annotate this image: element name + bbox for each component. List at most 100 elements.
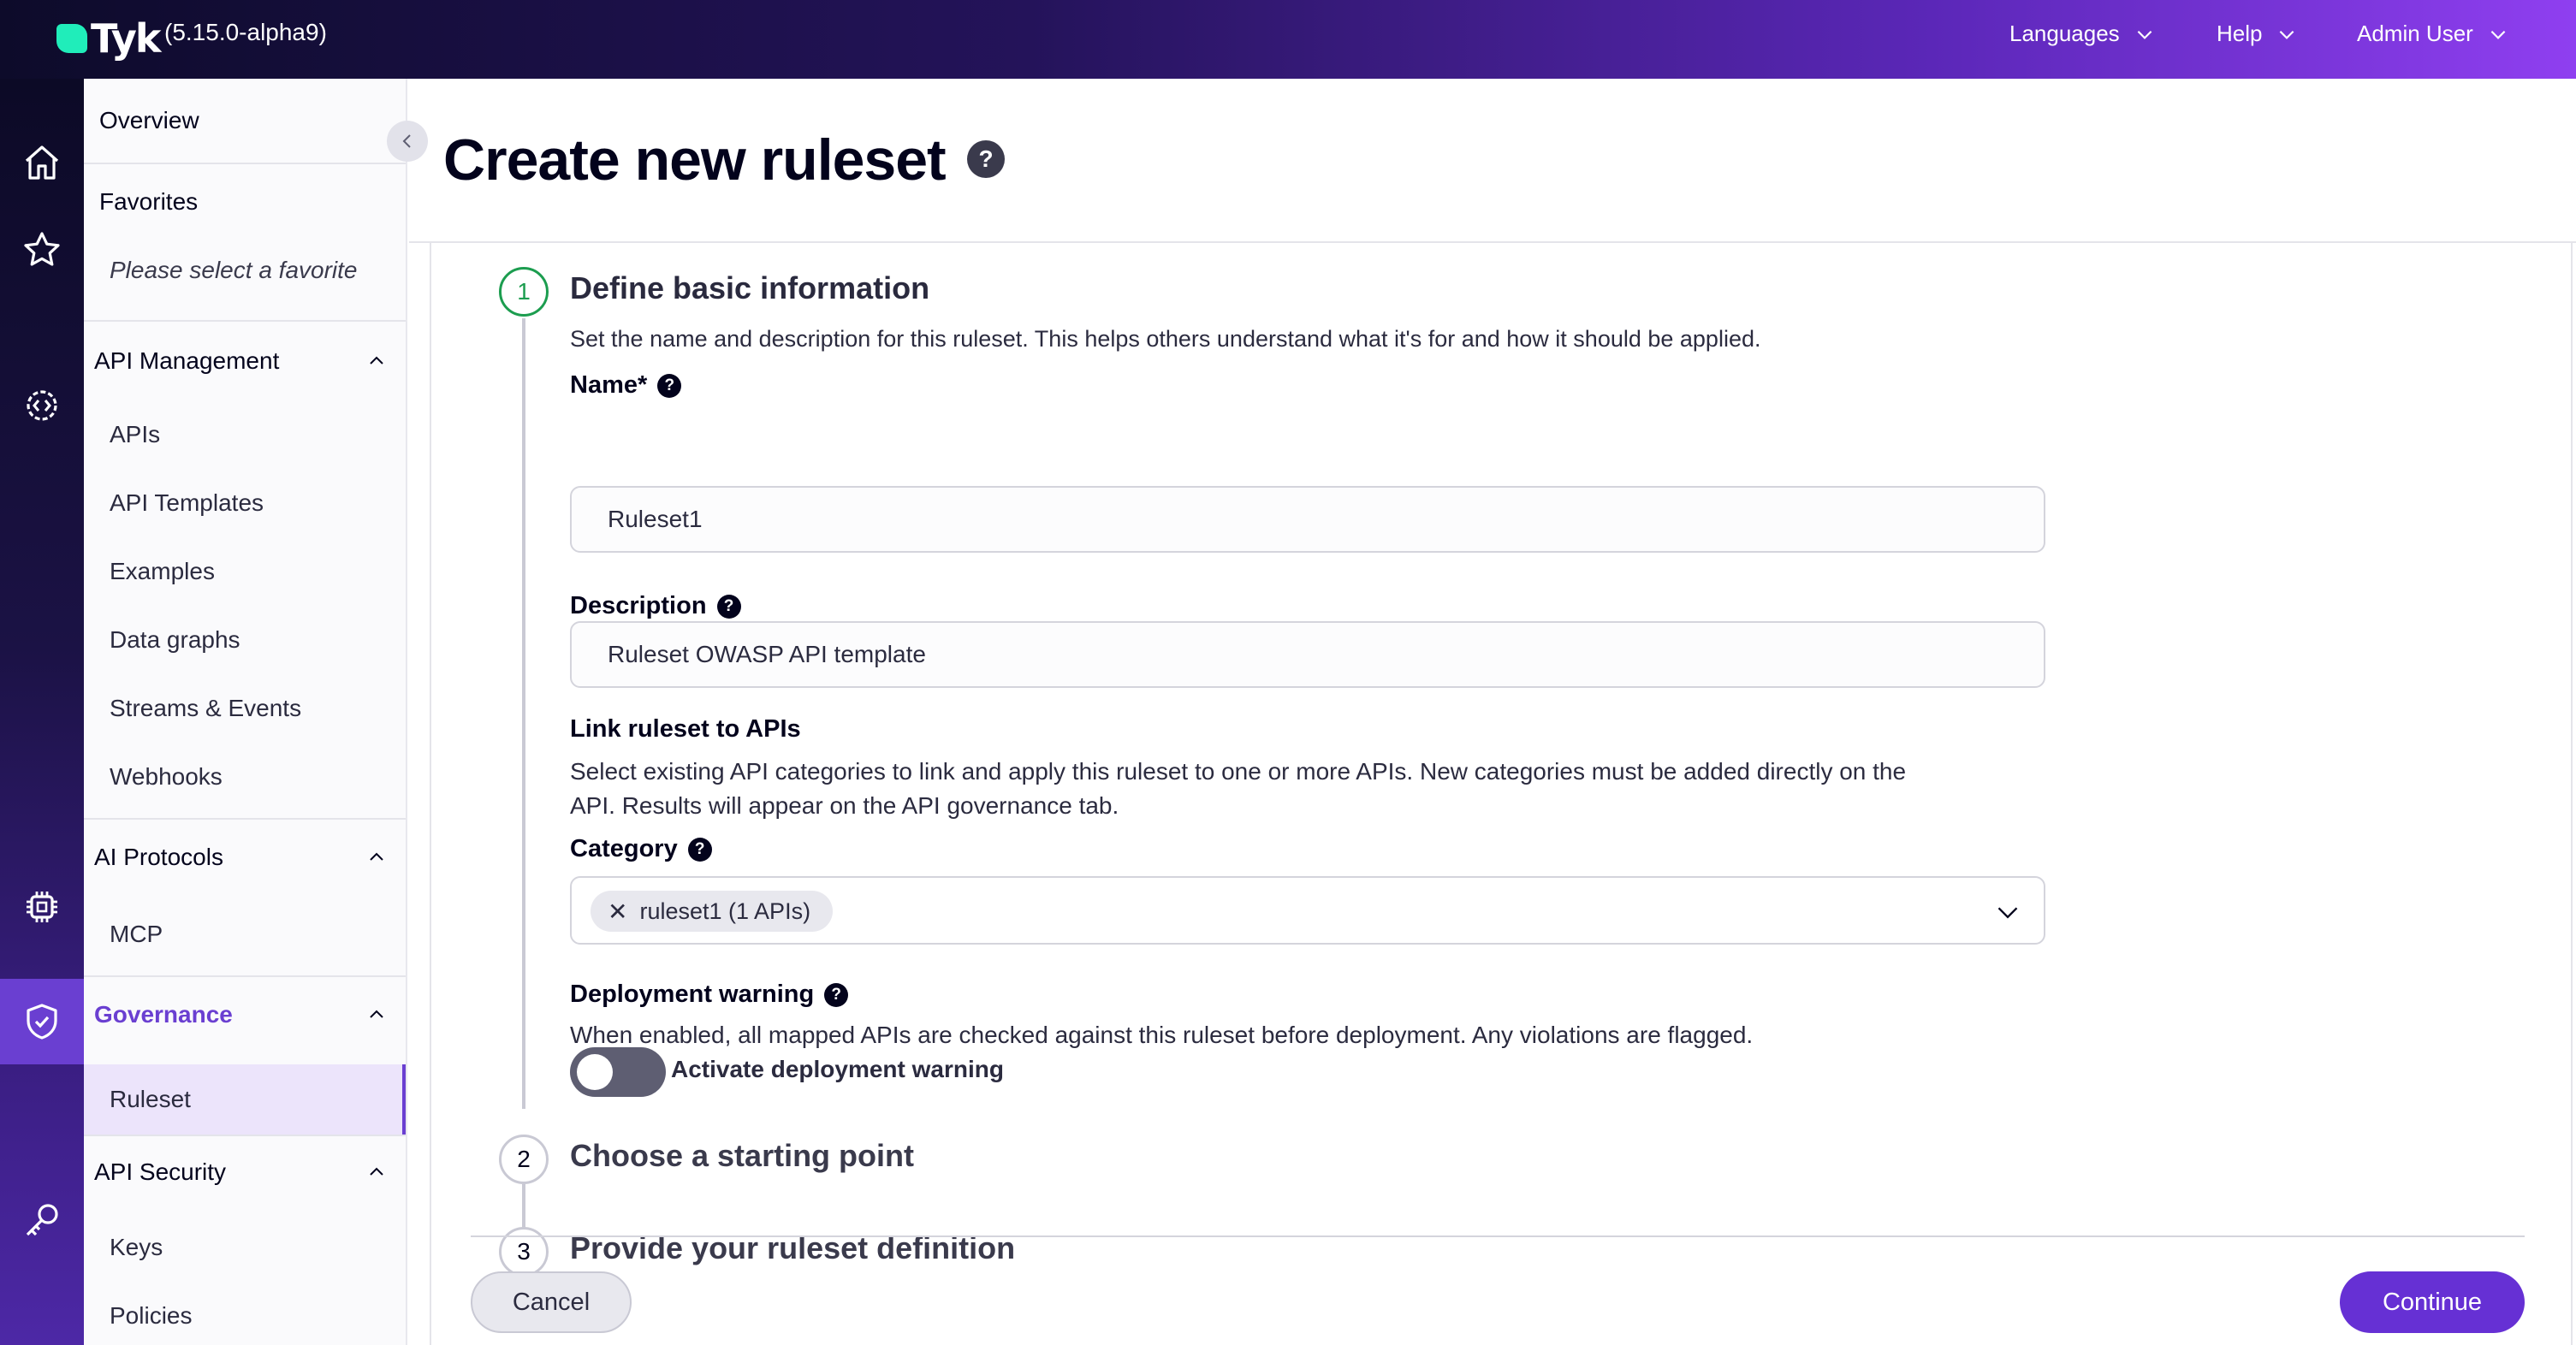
sidebar-item-mcp[interactable]: MCP xyxy=(84,909,406,960)
favorites-placeholder-text: Please select a favorite xyxy=(110,257,358,283)
rail-ai-protocols[interactable] xyxy=(0,864,84,950)
step-3-indicator: 3 xyxy=(499,1227,549,1277)
category-chip-label: ruleset1 (1 APIs) xyxy=(639,898,811,924)
link-apis-text-line2: API. Results will appear on the API gove… xyxy=(570,792,1119,819)
sidebar-item-examples[interactable]: Examples xyxy=(84,546,406,597)
deployment-warning-text: When enabled, all mapped APIs are checke… xyxy=(570,1022,1754,1048)
page-header: Create new ruleset ? xyxy=(409,79,2576,243)
star-icon xyxy=(24,232,60,266)
nav-label: Examples xyxy=(110,558,215,584)
category-label-text: Category xyxy=(570,835,678,862)
sidebar-section-ai-protocols[interactable]: AI Protocols xyxy=(84,823,406,892)
continue-button[interactable]: Continue xyxy=(2340,1271,2525,1333)
chevron-up-icon xyxy=(370,356,383,364)
home-icon xyxy=(25,145,59,180)
name-field[interactable]: Ruleset1 xyxy=(570,486,2045,553)
sidebar-section-api-security[interactable]: API Security xyxy=(84,1138,406,1206)
name-help-icon[interactable]: ? xyxy=(657,373,682,398)
nav-label: MCP xyxy=(110,921,163,947)
close-icon[interactable]: ✕ xyxy=(608,898,627,926)
link-apis-heading: Link ruleset to APIs xyxy=(570,715,801,743)
gear-code-icon xyxy=(27,390,57,421)
deployment-help-icon[interactable]: ? xyxy=(824,982,849,1007)
ruleset-wizard: 1 Define basic information Set the name … xyxy=(430,243,2573,1345)
sidebar-section-governance[interactable]: Governance xyxy=(84,981,406,1049)
section-title: AI Protocols xyxy=(94,844,223,870)
deployment-warning-label-text: Deployment warning xyxy=(570,981,815,1008)
favorites-placeholder: Please select a favorite xyxy=(84,236,406,305)
step-connector xyxy=(522,1184,525,1229)
description-label-text: Description xyxy=(570,592,707,619)
nav-label: Ruleset xyxy=(110,1086,191,1112)
description-help-icon[interactable]: ? xyxy=(716,594,741,619)
category-select[interactable]: ✕ ruleset1 (1 APIs) xyxy=(570,876,2045,945)
sidebar-item-streams-events[interactable]: Streams & Events xyxy=(84,683,406,734)
chevron-up-icon xyxy=(370,1010,383,1018)
sidebar-item-favorites[interactable]: Favorites xyxy=(84,166,406,238)
user-label: Admin User xyxy=(2357,21,2473,46)
section-title: Governance xyxy=(94,1001,233,1028)
name-label-text: Name* xyxy=(570,371,648,399)
divider xyxy=(84,320,406,322)
sidebar-item-apis[interactable]: APIs xyxy=(84,409,406,460)
toggle-knob xyxy=(577,1054,613,1090)
key-icon xyxy=(26,1204,58,1236)
description-label: Description ? xyxy=(570,592,741,620)
side-nav: Overview Favorites Please select a favor… xyxy=(84,79,407,1345)
cancel-button[interactable]: Cancel xyxy=(471,1271,632,1333)
divider xyxy=(84,1135,406,1136)
chevron-down-icon[interactable] xyxy=(1996,902,2020,922)
category-chip: ✕ ruleset1 (1 APIs) xyxy=(591,891,834,932)
sidebar-section-api-management[interactable]: API Management xyxy=(84,327,406,395)
collapse-sidebar-button[interactable] xyxy=(387,121,428,162)
step-2-title[interactable]: Choose a starting point xyxy=(570,1138,914,1174)
divider xyxy=(84,163,406,164)
nav-label: Webhooks xyxy=(110,763,223,790)
nav-label: Data graphs xyxy=(110,626,240,653)
help-menu[interactable]: Help xyxy=(2217,21,2298,47)
logo-mark-icon xyxy=(56,24,87,53)
rail-api-management[interactable] xyxy=(0,363,84,448)
rail-api-security[interactable] xyxy=(0,1177,84,1263)
nav-label: Streams & Events xyxy=(110,695,302,721)
nav-label: APIs xyxy=(110,421,161,447)
overview-label: Overview xyxy=(99,107,199,133)
sidebar-item-webhooks[interactable]: Webhooks xyxy=(84,751,406,803)
chevron-down-icon xyxy=(2137,30,2152,39)
divider xyxy=(84,818,406,820)
nav-label: API Templates xyxy=(110,489,264,516)
category-help-icon[interactable]: ? xyxy=(687,837,712,862)
shield-check-icon xyxy=(27,1004,57,1040)
step-1-intro: Set the name and description for this ru… xyxy=(570,326,1761,352)
sidebar-item-api-templates[interactable]: API Templates xyxy=(84,477,406,529)
title-help-icon[interactable]: ? xyxy=(967,140,1005,178)
main-content: Create new ruleset ? 1 Define basic info… xyxy=(409,79,2576,1345)
tyk-logo[interactable]: Tyk xyxy=(56,15,161,62)
rail-governance[interactable] xyxy=(0,979,84,1064)
name-label: Name* ? xyxy=(570,371,682,400)
divider xyxy=(84,975,406,977)
step-connector xyxy=(522,318,525,1109)
icon-rail xyxy=(0,79,84,1345)
top-bar: Tyk (5.15.0-alpha9) Languages Help Admin… xyxy=(0,0,2576,79)
languages-menu[interactable]: Languages xyxy=(2009,21,2156,47)
rail-home[interactable] xyxy=(0,120,84,205)
favorites-label: Favorites xyxy=(99,188,199,215)
step-2-indicator: 2 xyxy=(499,1135,549,1184)
rail-favorites[interactable] xyxy=(0,207,84,293)
languages-label: Languages xyxy=(2009,21,2120,46)
deployment-warning-toggle[interactable] xyxy=(570,1047,666,1097)
sidebar-item-data-graphs[interactable]: Data graphs xyxy=(84,614,406,666)
description-field[interactable]: Ruleset OWASP API template xyxy=(570,621,2045,688)
sidebar-item-overview[interactable]: Overview xyxy=(84,79,406,163)
step-1-title[interactable]: Define basic information xyxy=(570,270,929,306)
sidebar-item-policies[interactable]: Policies xyxy=(84,1290,406,1342)
version-label: (5.15.0-alpha9) xyxy=(164,19,327,45)
section-title: API Security xyxy=(94,1158,227,1185)
chip-icon xyxy=(27,892,57,922)
chevron-up-icon xyxy=(370,1167,383,1176)
sidebar-item-keys[interactable]: Keys xyxy=(84,1222,406,1273)
sidebar-item-ruleset[interactable]: Ruleset xyxy=(84,1064,406,1135)
chevron-up-icon xyxy=(370,852,383,861)
user-menu[interactable]: Admin User xyxy=(2357,21,2509,47)
